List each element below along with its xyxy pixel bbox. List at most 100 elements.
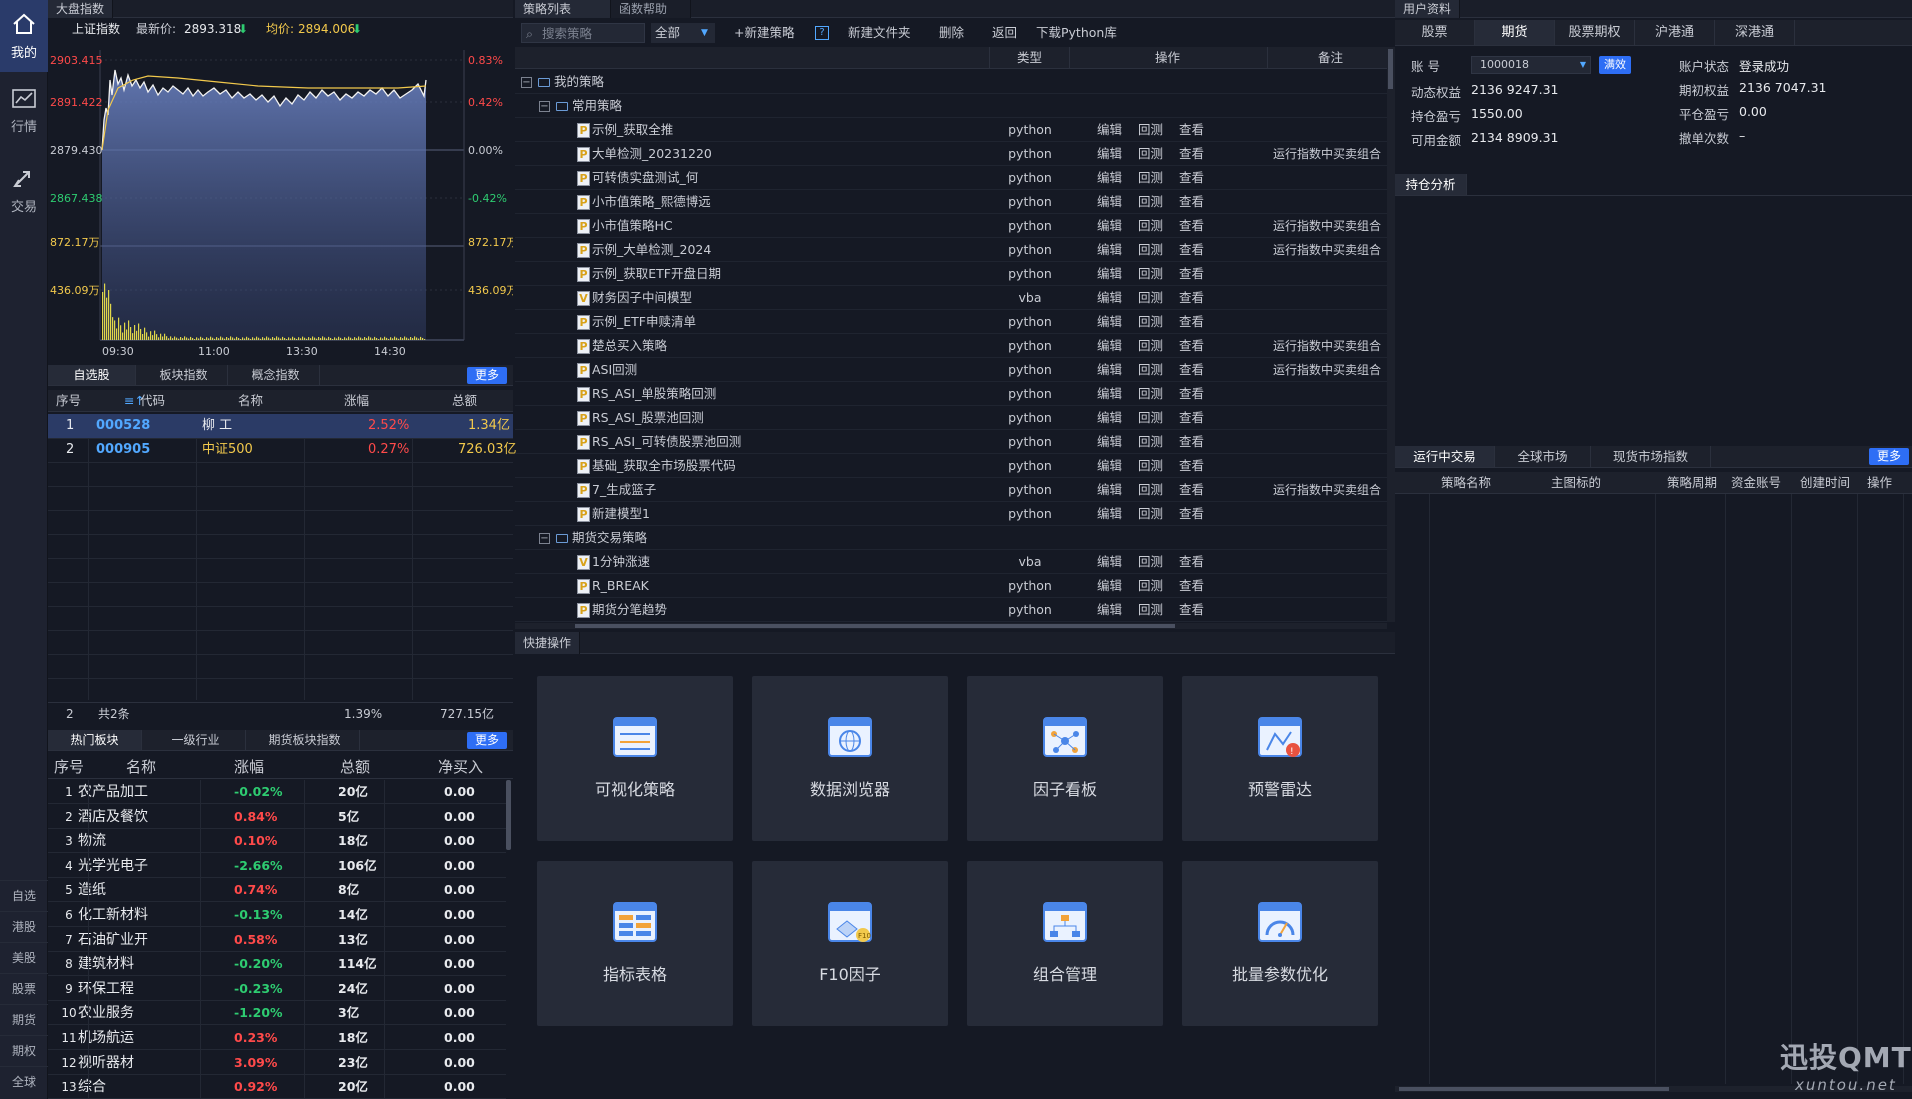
new-strategy-button[interactable]: +新建策略	[734, 20, 794, 46]
view-button[interactable]: 查看	[1179, 218, 1204, 233]
strategy-row[interactable]: V 1分钟涨速 vba 编辑 回测 查看	[515, 550, 1387, 574]
view-button[interactable]: 查看	[1179, 146, 1204, 161]
tab-market-index[interactable]: 大盘指数	[48, 0, 114, 18]
status-badge[interactable]: 满效	[1599, 56, 1631, 74]
tab-holdings-analysis[interactable]: 持仓分析	[1395, 174, 1467, 195]
view-button[interactable]: 查看	[1179, 386, 1204, 401]
strategy-row[interactable]: P 大单检测_20231220 python 编辑 回测 查看 运行指数中买卖组合	[515, 142, 1387, 166]
quick-card[interactable]: 因子看板	[967, 676, 1163, 841]
tab-user-info[interactable]: 用户资料	[1395, 0, 1461, 18]
strategy-row[interactable]: P 示例_获取ETF开盘日期 python 编辑 回测 查看	[515, 262, 1387, 286]
tab-function-help[interactable]: 函数帮助	[611, 0, 691, 18]
quick-card[interactable]: 可视化策略	[537, 676, 733, 841]
view-button[interactable]: 查看	[1179, 578, 1204, 593]
edit-button[interactable]: 编辑	[1097, 482, 1122, 497]
col-name[interactable]: 名称	[126, 755, 156, 779]
edit-button[interactable]: 编辑	[1097, 386, 1122, 401]
edit-button[interactable]: 编辑	[1097, 458, 1122, 473]
new-folder-button[interactable]: 新建文件夹	[848, 20, 911, 46]
delete-button[interactable]: 删除	[939, 20, 964, 46]
col-created[interactable]: 创建时间	[1800, 472, 1850, 494]
view-button[interactable]: 查看	[1179, 194, 1204, 209]
quick-card[interactable]: F10 F10因子	[752, 861, 948, 1026]
col-amount[interactable]: 总额	[452, 390, 477, 412]
backtest-button[interactable]: 回测	[1138, 578, 1163, 593]
strategy-vscroll[interactable]	[1387, 47, 1395, 622]
backtest-button[interactable]: 回测	[1138, 386, 1163, 401]
table-row[interactable]: 5 造纸 0.74% 8亿 0.00	[48, 878, 506, 903]
col-strategy-name[interactable]: 策略名称	[1441, 472, 1491, 494]
strategy-row[interactable]: P 7_生成篮子 python 编辑 回测 查看 运行指数中买卖组合	[515, 478, 1387, 502]
edit-button[interactable]: 编辑	[1097, 602, 1122, 617]
table-row[interactable]: 1 农产品加工 -0.02% 20亿 0.00	[48, 780, 506, 804]
rail-link-stock[interactable]: 股票	[0, 973, 48, 1004]
col-action[interactable]: 操作	[1867, 472, 1892, 494]
tab-watchlist[interactable]: 自选股	[48, 365, 136, 385]
tab-sz-hk[interactable]: 深港通	[1715, 20, 1795, 45]
view-button[interactable]: 查看	[1179, 554, 1204, 569]
edit-button[interactable]: 编辑	[1097, 410, 1122, 425]
tab-concept-index[interactable]: 概念指数	[232, 365, 320, 385]
edit-button[interactable]: 编辑	[1097, 362, 1122, 377]
search-input[interactable]: ⌕ 搜索策略	[521, 23, 645, 43]
tree-folder[interactable]: − 常用策略	[515, 94, 1387, 118]
view-button[interactable]: 查看	[1179, 602, 1204, 617]
edit-button[interactable]: 编辑	[1097, 266, 1122, 281]
tab-running-trades[interactable]: 运行中交易	[1395, 446, 1495, 467]
collapse-icon[interactable]: −	[539, 533, 550, 544]
tab-sh-hk[interactable]: 沪港通	[1635, 20, 1715, 45]
tab-strategy-list[interactable]: 策略列表	[515, 0, 611, 18]
account-select[interactable]: 1000018 ▼	[1471, 56, 1591, 74]
table-row[interactable]: 8 建筑材料 -0.20% 114亿 0.00	[48, 952, 506, 977]
backtest-button[interactable]: 回测	[1138, 458, 1163, 473]
col-net-buy[interactable]: 净买入	[438, 755, 483, 779]
edit-button[interactable]: 编辑	[1097, 218, 1122, 233]
tab-quick-ops[interactable]: 快捷操作	[515, 632, 581, 654]
backtest-button[interactable]: 回测	[1138, 554, 1163, 569]
strategy-row[interactable]: V 财务因子中间模型 vba 编辑 回测 查看	[515, 286, 1387, 310]
quick-card[interactable]: 批量参数优化	[1182, 861, 1378, 1026]
backtest-button[interactable]: 回测	[1138, 170, 1163, 185]
edit-button[interactable]: 编辑	[1097, 290, 1122, 305]
table-row[interactable]: 2 000905 中证500 0.27% 726.03亿	[48, 438, 517, 462]
edit-button[interactable]: 编辑	[1097, 554, 1122, 569]
table-row[interactable]: 3 物流 0.10% 18亿 0.00	[48, 829, 506, 854]
table-row[interactable]: 7 石油矿业开 0.58% 13亿 0.00	[48, 928, 506, 952]
collapse-icon[interactable]: −	[539, 101, 550, 112]
table-row[interactable]: 4 光学光电子 -2.66% 106亿 0.00	[48, 854, 506, 878]
strategy-row[interactable]: P 小市值策略_熙德博远 python 编辑 回测 查看	[515, 190, 1387, 214]
strategy-row[interactable]: P RS_ASI_单股策略回测 python 编辑 回测 查看	[515, 382, 1387, 406]
view-button[interactable]: 查看	[1179, 242, 1204, 257]
tab-spot-index[interactable]: 现货市场指数	[1591, 446, 1711, 467]
quick-card[interactable]: ! 预警雷达	[1182, 676, 1378, 841]
view-button[interactable]: 查看	[1179, 122, 1204, 137]
backtest-button[interactable]: 回测	[1138, 434, 1163, 449]
backtest-button[interactable]: 回测	[1138, 122, 1163, 137]
backtest-button[interactable]: 回测	[1138, 314, 1163, 329]
strategy-row[interactable]: P 示例_获取全推 python 编辑 回测 查看	[515, 118, 1387, 142]
view-button[interactable]: 查看	[1179, 458, 1204, 473]
sector-scrollbar[interactable]	[506, 780, 511, 850]
help-icon[interactable]: ?	[815, 26, 829, 40]
table-row[interactable]: 2 酒店及餐饮 0.84% 5亿 0.00	[48, 805, 506, 829]
table-row[interactable]: 6 化工新材料 -0.13% 14亿 0.00	[48, 903, 506, 927]
backtest-button[interactable]: 回测	[1138, 146, 1163, 161]
col-change[interactable]: 涨幅	[234, 755, 264, 779]
tree-folder[interactable]: − 期货交易策略	[515, 526, 1387, 550]
backtest-button[interactable]: 回测	[1138, 194, 1163, 209]
view-button[interactable]: 查看	[1179, 290, 1204, 305]
strategy-row[interactable]: P 示例_大单检测_2024 python 编辑 回测 查看 运行指数中买卖组合	[515, 238, 1387, 262]
edit-button[interactable]: 编辑	[1097, 122, 1122, 137]
table-row[interactable]: 1 000528 柳 工 2.52% 1.34亿	[48, 414, 513, 438]
view-button[interactable]: 查看	[1179, 170, 1204, 185]
rail-link-options[interactable]: 期权	[0, 1035, 48, 1066]
col-change[interactable]: 涨幅	[344, 390, 369, 412]
rail-link-watch[interactable]: 自选	[0, 880, 48, 911]
strategy-row[interactable]: P 小市值策略HC python 编辑 回测 查看 运行指数中买卖组合	[515, 214, 1387, 238]
watch-more-button[interactable]: 更多	[467, 367, 508, 384]
view-button[interactable]: 查看	[1179, 362, 1204, 377]
tab-industry[interactable]: 一级行业	[146, 730, 246, 750]
intraday-chart[interactable]: 2903.415 2891.422 2879.430 2867.438 872.…	[48, 40, 513, 365]
back-button[interactable]: 返回	[992, 20, 1017, 46]
strategy-row[interactable]: P 期货分笔趋势 python 编辑 回测 查看	[515, 598, 1387, 622]
